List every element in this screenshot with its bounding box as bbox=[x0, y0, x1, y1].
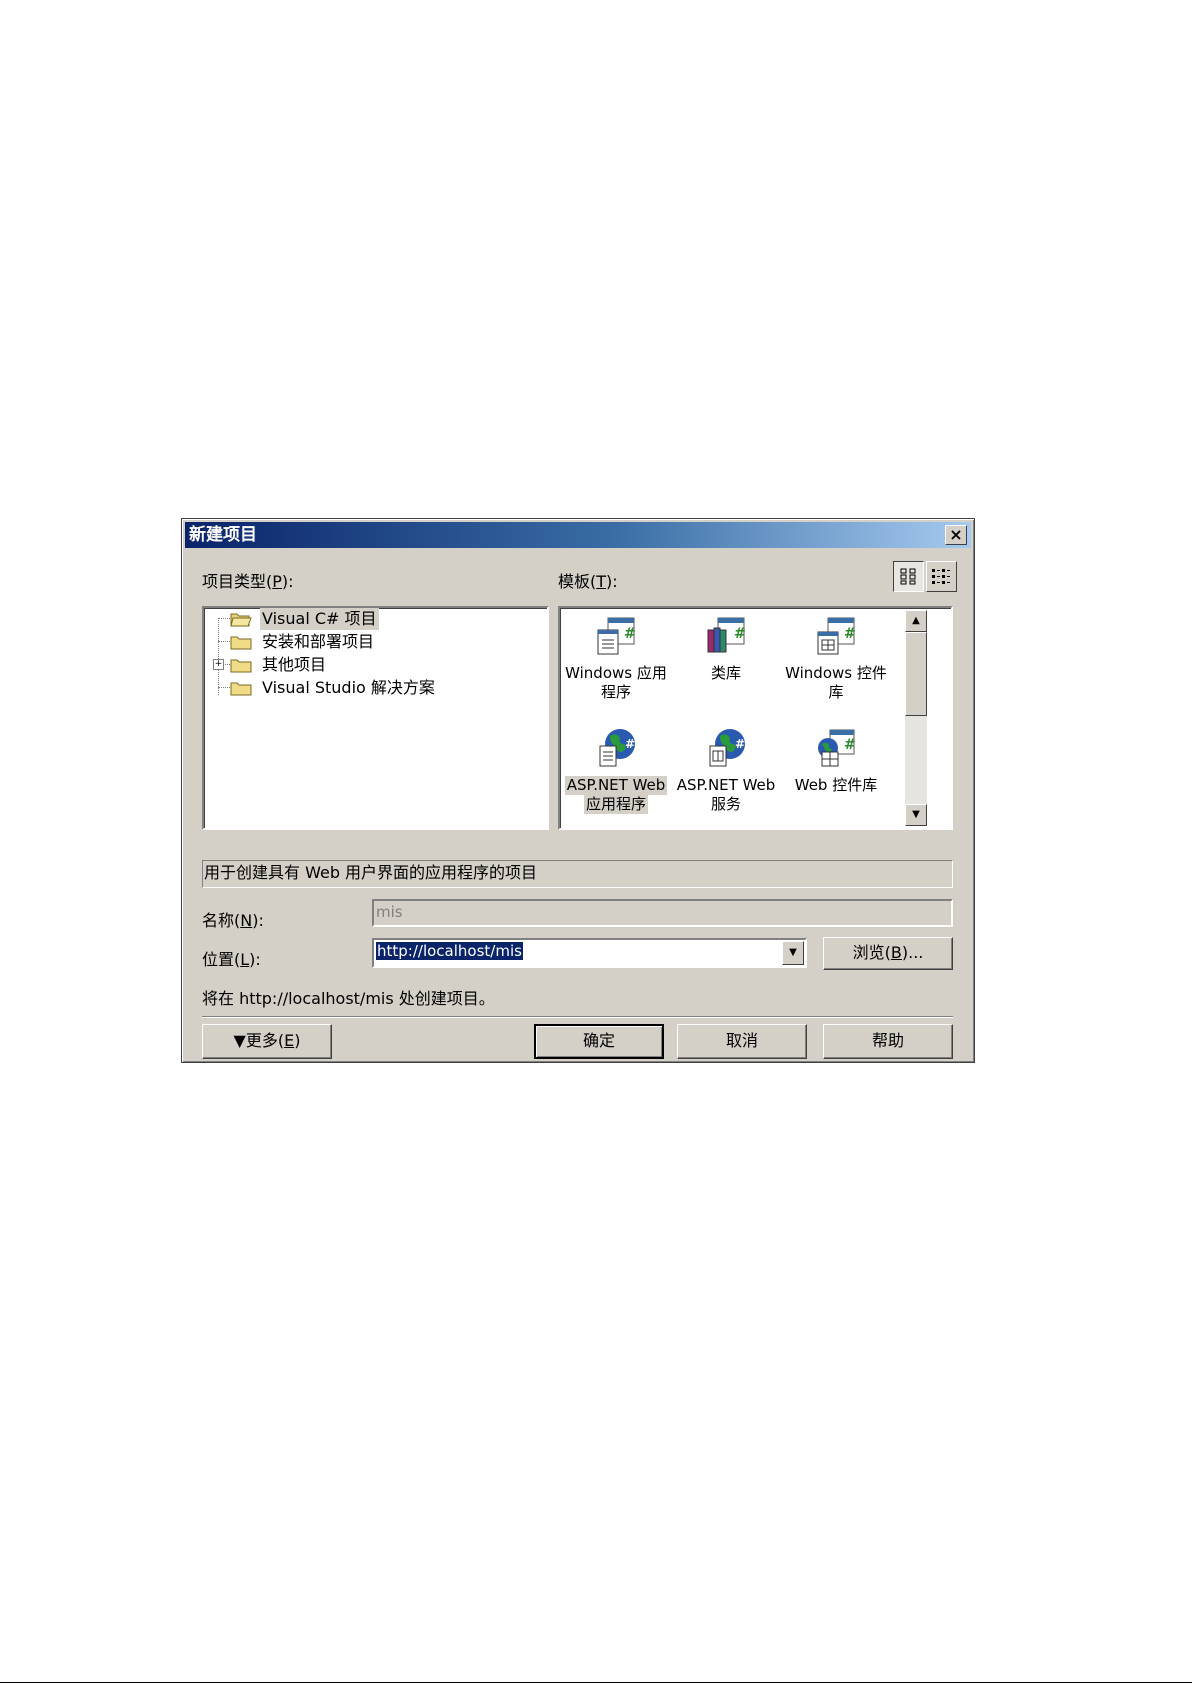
class-library-icon: # bbox=[707, 617, 746, 653]
template-label: 库 bbox=[828, 683, 844, 701]
template-label: ASP.NET Web bbox=[676, 776, 776, 794]
tree-item-label: 安装和部署项目 bbox=[262, 632, 375, 651]
scroll-thumb[interactable] bbox=[905, 632, 927, 716]
svg-text:#: # bbox=[625, 737, 635, 751]
list-view-button[interactable] bbox=[926, 561, 957, 592]
name-value: mis bbox=[376, 903, 403, 921]
name-field: mis bbox=[372, 899, 953, 927]
close-icon: × bbox=[949, 525, 963, 544]
list-view-icon bbox=[932, 569, 950, 584]
separator bbox=[202, 1016, 953, 1018]
scroll-down-button[interactable]: ▼ bbox=[905, 804, 927, 826]
location-dropdown-button[interactable]: ▼ bbox=[782, 941, 804, 965]
create-location-note: 将在 http://localhost/mis 处创建项目。 bbox=[202, 989, 495, 1008]
cancel-button[interactable]: 取消 bbox=[677, 1024, 807, 1059]
help-button[interactable]: 帮助 bbox=[823, 1024, 953, 1059]
template-label: Windows 控件 bbox=[785, 664, 887, 682]
svg-text:#: # bbox=[844, 626, 856, 642]
more-button[interactable]: ▼更多(E) bbox=[202, 1024, 332, 1059]
tree-line bbox=[218, 618, 230, 619]
tree-line bbox=[218, 618, 219, 695]
location-value[interactable]: http://localhost/mis bbox=[376, 942, 523, 960]
template-label: 类库 bbox=[710, 664, 741, 682]
folder-icon bbox=[230, 682, 252, 696]
tree-item-label: Visual Studio 解决方案 bbox=[262, 678, 435, 697]
template-class-library[interactable]: # 类库 bbox=[672, 614, 780, 702]
location-combobox[interactable]: http://localhost/mis ▼ bbox=[372, 938, 807, 968]
templates-scrollbar[interactable]: ▲ ▼ bbox=[905, 610, 927, 826]
browse-button[interactable]: 浏览(B)... bbox=[823, 937, 953, 970]
windows-app-icon: # bbox=[597, 617, 636, 655]
template-label: Web 控件库 bbox=[794, 776, 878, 794]
template-label: Windows 应用 bbox=[565, 664, 667, 682]
svg-text:#: # bbox=[734, 626, 746, 642]
arrow-up-icon: ▲ bbox=[912, 615, 920, 626]
template-windows-control-library[interactable]: # Windows 控件 库 bbox=[782, 614, 890, 702]
location-label: 位置(L): bbox=[202, 950, 261, 969]
template-aspnet-web-service[interactable]: # ASP.NET Web 服务 bbox=[672, 726, 780, 814]
template-label: 程序 bbox=[600, 683, 631, 701]
tree-item-label: 其他项目 bbox=[262, 655, 327, 674]
arrow-down-icon: ▼ bbox=[912, 809, 920, 820]
template-description: 用于创建具有 Web 用户界面的应用程序的项目 bbox=[202, 860, 953, 888]
aspnet-web-app-icon: # bbox=[599, 729, 635, 767]
windows-control-library-icon: # bbox=[817, 617, 856, 655]
tree-line bbox=[218, 687, 230, 688]
folder-icon bbox=[230, 659, 252, 673]
tree-item-label: Visual C# 项目 bbox=[260, 608, 379, 630]
template-label: ASP.NET Web bbox=[564, 776, 668, 795]
close-button[interactable]: × bbox=[945, 525, 967, 545]
title-bar: 新建项目 × bbox=[185, 522, 971, 548]
new-project-dialog: 新建项目 × 项目类型(P): 模板(T): + Visual C# 项目 安装… bbox=[181, 518, 975, 1063]
chevron-down-icon: ▼ bbox=[789, 947, 797, 958]
double-chevron-down-icon: ▼ bbox=[233, 1031, 246, 1050]
svg-text:#: # bbox=[735, 737, 745, 751]
aspnet-web-service-icon: # bbox=[709, 729, 745, 767]
folder-icon bbox=[230, 636, 252, 650]
template-web-control-library[interactable]: # Web 控件库 bbox=[782, 726, 890, 814]
ok-button[interactable]: 确定 bbox=[534, 1024, 664, 1059]
page-bottom-rule bbox=[0, 1682, 1192, 1683]
template-aspnet-web-app[interactable]: # ASP.NET Web 应用程序 bbox=[562, 726, 670, 814]
scroll-up-button[interactable]: ▲ bbox=[905, 610, 927, 632]
template-label: 服务 bbox=[710, 795, 741, 813]
large-icons-view-button[interactable] bbox=[893, 561, 924, 592]
tree-line bbox=[218, 641, 230, 642]
templates-list[interactable]: # Windows 应用 程序 # 类库 # Windows 控件 库 # AS… bbox=[558, 606, 953, 830]
open-folder-icon bbox=[230, 613, 252, 627]
svg-text:#: # bbox=[844, 737, 856, 753]
project-types-label: 项目类型(P): bbox=[202, 572, 294, 591]
templates-label: 模板(T): bbox=[558, 572, 618, 591]
template-windows-app[interactable]: # Windows 应用 程序 bbox=[562, 614, 670, 702]
project-types-tree[interactable]: + Visual C# 项目 安装和部署项目 其他项目 Visual Studi… bbox=[202, 606, 549, 830]
svg-text:#: # bbox=[624, 626, 636, 642]
expand-plus-icon[interactable]: + bbox=[213, 659, 224, 670]
name-label: 名称(N): bbox=[202, 911, 264, 930]
tree-line bbox=[223, 664, 230, 665]
template-label: 应用程序 bbox=[583, 795, 648, 814]
large-icons-view-icon bbox=[900, 568, 916, 585]
dialog-title: 新建项目 bbox=[189, 525, 257, 545]
web-control-library-icon: # bbox=[818, 729, 856, 767]
